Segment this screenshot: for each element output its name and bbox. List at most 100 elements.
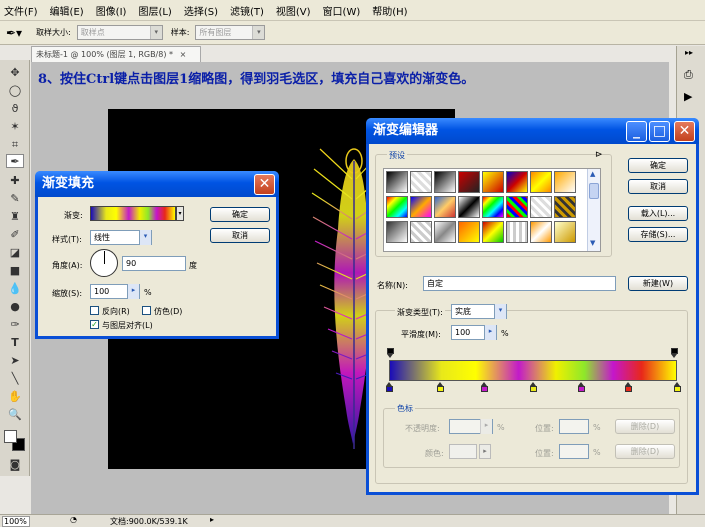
sample-size-select[interactable]: 取样点 ▾ [76,25,163,40]
blur-tool-icon[interactable]: 💧 [6,282,24,296]
minimize-icon[interactable]: _ [626,121,647,142]
scale-arrow-icon[interactable]: ▸ [127,284,139,299]
chevron-down-icon[interactable]: ▼ [590,239,595,247]
color-stop[interactable] [530,382,537,392]
preset-swatch[interactable] [410,196,432,218]
pen-tool-icon[interactable]: ✑ [6,318,24,332]
path-selection-tool-icon[interactable]: ➤ [6,354,24,368]
menu-file[interactable]: 文件(F) [4,3,38,18]
opacity-stop-left[interactable] [387,348,394,358]
color-swatch-field[interactable] [449,444,477,459]
opacity-arrow-icon[interactable]: ▸ [480,419,492,434]
presets-scrollbar[interactable]: ▲ ▼ [587,169,600,251]
history-brush-tool-icon[interactable]: ✐ [6,228,24,242]
preset-swatch[interactable] [410,171,432,193]
preset-swatch[interactable] [386,196,408,218]
preset-swatch[interactable] [530,221,552,243]
magic-wand-tool-icon[interactable]: ✶ [6,120,24,134]
preset-swatch[interactable] [482,221,504,243]
crop-tool-icon[interactable]: ⌗ [6,138,24,152]
opacity-stop-right[interactable] [671,348,678,358]
menu-filter[interactable]: 滤镜(T) [230,3,264,18]
preset-swatch[interactable] [554,221,576,243]
preset-swatch[interactable] [410,221,432,243]
gradient-tool-icon[interactable]: ■ [6,264,24,278]
color-stop[interactable] [578,382,585,392]
preset-swatch[interactable] [434,221,456,243]
opacity-input[interactable]: ▸ [449,419,493,434]
color-stop[interactable] [386,382,393,392]
panel-collapse-icon[interactable]: ▸▸ [685,48,693,57]
type-tool-icon[interactable]: T [6,336,24,350]
foreground-color-swatch[interactable] [4,430,17,443]
brush-tool-icon[interactable]: ✎ [6,192,24,206]
stamp-tool-icon[interactable]: ♜ [6,210,24,224]
cancel-button[interactable]: 取消 [628,179,688,194]
preset-swatch[interactable] [530,196,552,218]
color-stop[interactable] [625,382,632,392]
gradient-dropdown-arrow[interactable]: ▾ [176,206,184,221]
style-select[interactable]: 线性 ▾ [90,230,152,245]
eyedropper-preset-icon[interactable]: ✒▾ [6,26,30,40]
angle-dial[interactable] [90,249,118,277]
cancel-button[interactable]: 取消 [210,228,270,243]
delete-color-stop-button[interactable]: 删除(D) [615,444,675,459]
menu-view[interactable]: 视图(V) [276,3,311,18]
scale-input[interactable]: 100 ▸ [90,284,140,299]
maximize-icon[interactable]: □ [649,121,670,142]
preset-swatch[interactable] [482,196,504,218]
zoom-level[interactable]: 100% [2,516,30,527]
color-stop[interactable] [481,382,488,392]
smoothness-arrow-icon[interactable]: ▸ [484,325,496,340]
document-tab[interactable]: 未标题-1 @ 100% (图层 1, RGB/8) * × [31,46,201,62]
smoothness-input[interactable]: 100 ▸ [451,325,497,340]
ok-button[interactable]: 确定 [628,158,688,173]
reverse-checkbox[interactable] [90,306,99,315]
menu-image[interactable]: 图像(I) [96,3,127,18]
color-arrow-icon[interactable]: ▸ [479,444,491,459]
chevron-up-icon[interactable]: ▲ [590,170,595,178]
preset-swatch[interactable] [458,171,480,193]
gradient-preview-swatch[interactable] [90,206,176,221]
move-tool-icon[interactable]: ✥ [6,66,24,80]
menu-window[interactable]: 窗口(W) [323,3,361,18]
close-icon[interactable]: ✕ [254,174,275,195]
menu-help[interactable]: 帮助(H) [372,3,407,18]
color-position-input[interactable] [559,444,589,459]
preset-swatch[interactable] [554,171,576,193]
dodge-tool-icon[interactable]: ● [6,300,24,314]
close-icon[interactable]: × [180,50,187,59]
line-tool-icon[interactable]: ╲ [6,372,24,386]
lasso-tool-icon[interactable]: ϑ [6,102,24,116]
sample-select[interactable]: 所有图层 ▾ [195,25,266,40]
menu-layer[interactable]: 图层(L) [138,3,171,18]
preset-swatch[interactable] [458,221,480,243]
preset-swatch[interactable] [386,221,408,243]
color-stop[interactable] [437,382,444,392]
eyedropper-tool-icon[interactable]: ✒ [6,154,24,168]
actions-panel-icon[interactable]: ▶ [684,90,692,103]
angle-input[interactable]: 90 [122,256,186,271]
close-icon[interactable]: ✕ [674,121,695,142]
preset-swatch[interactable] [434,171,456,193]
menu-edit[interactable]: 编辑(E) [50,3,84,18]
preset-swatch[interactable] [434,196,456,218]
healing-brush-tool-icon[interactable]: ✚ [6,174,24,188]
history-panel-icon[interactable]: ⎙ [684,68,693,82]
name-input[interactable]: 自定 [423,276,616,291]
ok-button[interactable]: 确定 [210,207,270,222]
delete-opacity-stop-button[interactable]: 删除(D) [615,419,675,434]
new-button[interactable]: 新建(W) [628,276,688,291]
preset-swatch[interactable] [554,196,576,218]
marquee-tool-icon[interactable]: ◯ [6,84,24,98]
dither-checkbox[interactable] [142,306,151,315]
gradient-bar[interactable] [389,360,677,381]
preset-swatch[interactable] [386,171,408,193]
load-button[interactable]: 载入(L)... [628,206,688,221]
preset-swatch[interactable] [506,171,528,193]
preset-swatch[interactable] [482,171,504,193]
menu-select[interactable]: 选择(S) [184,3,218,18]
zoom-tool-icon[interactable]: 🔍 [6,408,24,422]
status-menu-icon[interactable]: ▸ [210,515,214,524]
save-button[interactable]: 存储(S)... [628,227,688,242]
